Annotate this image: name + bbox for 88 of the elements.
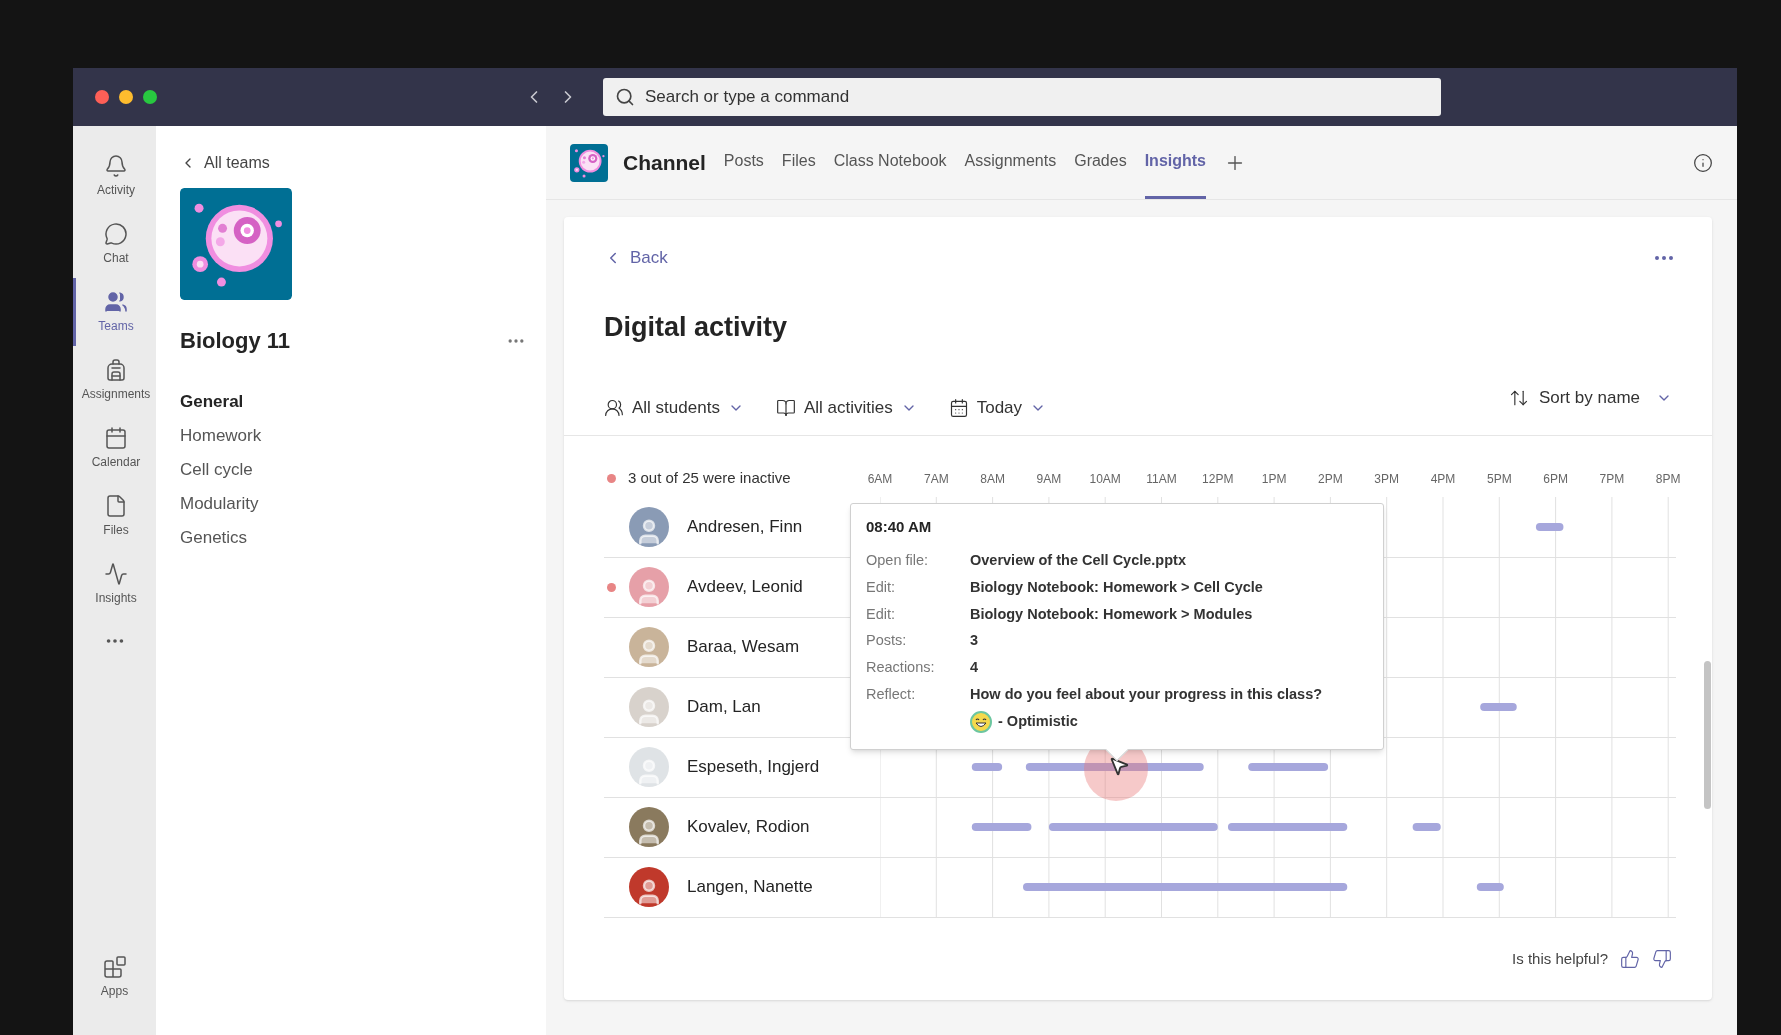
hour-label: 10AM bbox=[1089, 470, 1121, 488]
hour-label: 9AM bbox=[1036, 470, 1062, 488]
student-name: Baraa, Wesam bbox=[687, 636, 800, 659]
backpack-icon bbox=[104, 357, 128, 382]
tooltip-value: 3 bbox=[970, 631, 979, 651]
filter-dropdown[interactable]: All activities bbox=[775, 395, 917, 421]
channel-item[interactable]: Cell cycle bbox=[180, 453, 526, 487]
minimize-window-button[interactable] bbox=[119, 90, 133, 104]
hour-label: 7AM bbox=[923, 470, 949, 488]
tab[interactable]: Posts bbox=[723, 126, 764, 199]
bell-icon bbox=[104, 153, 128, 178]
hour-label: 3PM bbox=[1374, 470, 1400, 488]
student-name: Espeseth, Ingjerd bbox=[687, 756, 820, 779]
close-window-button[interactable] bbox=[95, 90, 109, 104]
search-field[interactable]: Search or type a command bbox=[603, 78, 1441, 116]
hour-label: 8AM bbox=[980, 470, 1005, 488]
pulse-icon bbox=[104, 561, 128, 586]
hour-label: 5PM bbox=[1486, 470, 1512, 488]
hour-label: 6AM bbox=[867, 470, 893, 488]
sort-dropdown[interactable]: Sort by name bbox=[1508, 385, 1672, 411]
file-icon bbox=[104, 493, 128, 518]
tooltip-label: Edit: bbox=[866, 604, 896, 624]
grinning-face-icon bbox=[970, 710, 992, 733]
thumbs-down-icon[interactable] bbox=[1652, 948, 1672, 969]
calendar-icon bbox=[948, 397, 969, 418]
tab[interactable]: Class Notebook bbox=[833, 126, 947, 199]
channel-item[interactable]: General bbox=[180, 385, 526, 419]
book-icon bbox=[775, 397, 796, 418]
hour-label: 8PM bbox=[1655, 470, 1681, 488]
team-name: Biology 11 bbox=[180, 327, 291, 355]
tooltip-value: Biology Notebook: Homework > Cell Cycle bbox=[970, 577, 1263, 597]
cell-logo bbox=[570, 143, 608, 182]
tab[interactable]: Grades bbox=[1074, 126, 1127, 199]
tooltip-label: Edit: bbox=[866, 577, 896, 597]
apps-icon bbox=[102, 954, 127, 979]
hour-label: 2PM bbox=[1318, 470, 1343, 488]
rail-item[interactable]: Assignments bbox=[73, 346, 156, 414]
tab[interactable]: Files bbox=[781, 126, 816, 199]
tab[interactable]: Insights bbox=[1144, 126, 1206, 199]
people-icon bbox=[104, 289, 128, 314]
tooltip-label: Reactions: bbox=[866, 658, 936, 677]
tooltip-label: Reflect: bbox=[866, 684, 917, 704]
filter-dropdown[interactable]: All students bbox=[604, 395, 744, 421]
rail-item[interactable]: Insights bbox=[73, 550, 156, 618]
feedback-prompt: Is this helpful? bbox=[1512, 948, 1608, 969]
tooltip-time: 08:40 AM bbox=[866, 516, 933, 537]
tooltip-label: Open file: bbox=[866, 551, 930, 570]
tooltip-label: Posts: bbox=[866, 631, 908, 651]
back-link[interactable]: Back bbox=[604, 245, 668, 271]
thumbs-up-icon[interactable] bbox=[1620, 948, 1640, 969]
tooltip-value: Biology Notebook: Homework > Modules bbox=[970, 604, 1253, 624]
student-name: Dam, Lan bbox=[687, 696, 761, 719]
filter-dropdown[interactable]: Today bbox=[948, 395, 1047, 421]
student-name: Langen, Nanette bbox=[687, 876, 813, 899]
chat-icon bbox=[104, 221, 128, 246]
rail-item[interactable]: Files bbox=[73, 482, 156, 550]
info-icon[interactable] bbox=[1693, 152, 1713, 173]
page-title: Digital activity bbox=[603, 310, 789, 344]
channel-item[interactable]: Modularity bbox=[180, 487, 526, 521]
maximize-window-button[interactable] bbox=[143, 90, 157, 104]
rail-item[interactable]: Chat bbox=[73, 210, 156, 278]
tooltip-value: Overview of the Cell Cycle.pptx bbox=[970, 551, 1186, 570]
tooltip-value: 4 bbox=[970, 658, 979, 677]
activity-bar[interactable] bbox=[1025, 763, 1204, 771]
channel-item[interactable]: Homework bbox=[180, 419, 526, 453]
hour-label: 12PM bbox=[1202, 470, 1234, 488]
search-icon bbox=[615, 87, 635, 107]
inactive-summary: 3 out of 25 were inactive bbox=[628, 468, 791, 489]
student-name: Andresen, Finn bbox=[687, 516, 803, 539]
hour-label: 1PM bbox=[1261, 470, 1287, 488]
all-teams-link[interactable]: All teams bbox=[180, 150, 526, 176]
channel-item[interactable]: Genetics bbox=[180, 521, 526, 555]
people-icon bbox=[604, 397, 624, 418]
rail-item[interactable]: Calendar bbox=[73, 414, 156, 482]
tooltip-value: How do you feel about your progress in this class? bbox=[970, 684, 1323, 704]
rail-item[interactable]: Activity bbox=[73, 142, 156, 210]
scrollbar-thumb[interactable] bbox=[1704, 661, 1711, 809]
hour-label: 7PM bbox=[1599, 470, 1625, 488]
hour-label: 11AM bbox=[1146, 470, 1177, 488]
channel-title: Channel bbox=[623, 149, 706, 176]
student-name: Kovalev, Rodion bbox=[687, 816, 810, 839]
student-name: Avdeev, Leonid bbox=[687, 576, 803, 599]
rail-item[interactable]: Apps bbox=[73, 943, 156, 1011]
tab[interactable]: Assignments bbox=[964, 126, 1057, 199]
calendar-icon bbox=[104, 425, 128, 450]
hour-label: 6PM bbox=[1543, 470, 1568, 488]
hour-label: 4PM bbox=[1430, 470, 1456, 488]
reflect-response: - Optimistic bbox=[998, 711, 1078, 731]
